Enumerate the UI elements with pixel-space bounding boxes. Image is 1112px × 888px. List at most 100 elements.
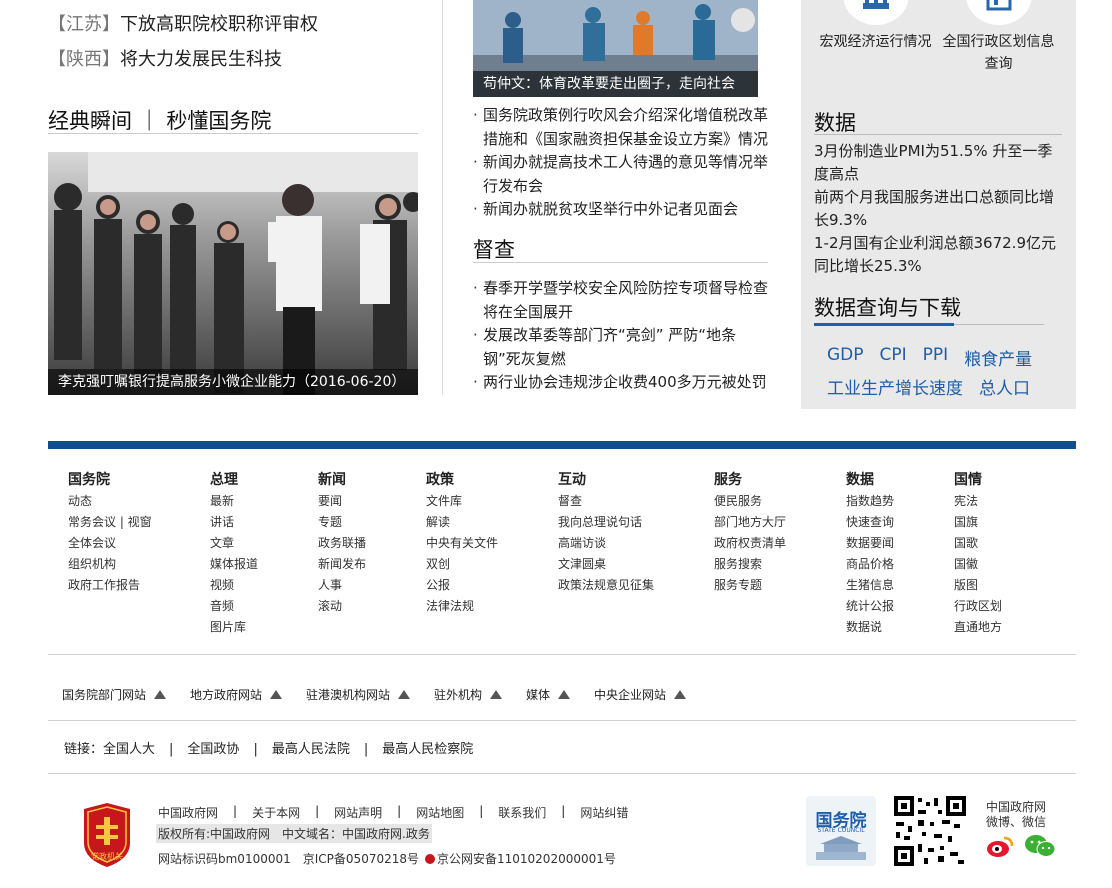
province-headline[interactable]: 下放高职院校职称评审权 <box>120 14 318 35</box>
news-link[interactable]: 发展改革委等部门齐“亮剑” 严防“地条钢”死灰复燃 <box>483 326 736 368</box>
footer-link[interactable]: 政务联播 <box>318 533 366 554</box>
admin-division-link[interactable]: 全国行政区划信息查询 <box>941 31 1056 75</box>
news-link[interactable]: 国务院政策例行吹风会介绍深化增值税改革措施和《国家融资担保基金设立方案》情况 <box>483 106 768 148</box>
footer-link[interactable]: 中央有关文件 <box>426 533 498 554</box>
footer-link[interactable]: 媒体报道 <box>210 554 258 575</box>
footer-link[interactable]: 商品价格 <box>846 554 894 575</box>
dropdown-media-sites[interactable]: 媒体 <box>526 686 571 703</box>
supervision-title[interactable]: 督查 <box>473 234 515 264</box>
footer-link[interactable]: 讲话 <box>210 512 258 533</box>
map-icon[interactable] <box>966 0 1032 25</box>
footer-link[interactable]: 国歌 <box>954 533 1002 554</box>
footer-link[interactable]: 视频 <box>210 575 258 596</box>
bottom-nav-link[interactable]: 网站地图 <box>416 804 464 821</box>
friend-link[interactable]: 最高人民检察院 <box>382 742 473 757</box>
province-news-shaanxi[interactable]: 【陕西】将大力发展民生科技 <box>48 45 282 71</box>
footer-link[interactable]: 行政区划 <box>954 596 1002 617</box>
query-link-industry[interactable]: 工业生产增长速度 <box>827 374 963 399</box>
dropdown-overseas-sites[interactable]: 驻外机构 <box>434 686 503 703</box>
footer-link[interactable]: 全体会议 <box>68 533 152 554</box>
query-link-gdp[interactable]: GDP <box>827 345 864 370</box>
weibo-icon[interactable] <box>986 834 1014 858</box>
footer-link[interactable]: 最新 <box>210 491 258 512</box>
bottom-nav-link[interactable]: 联系我们 <box>498 804 546 821</box>
data-news-item[interactable]: 1-2月国有企业利润总额3672.9亿元同比增长25.3% <box>814 232 1059 278</box>
list-item[interactable]: 发展改革委等部门齐“亮剑” 严防“地条钢”死灰复燃 <box>473 324 773 371</box>
data-query-title[interactable]: 数据查询与下载 <box>814 292 961 322</box>
footer-link[interactable]: 数据要闻 <box>846 533 894 554</box>
footer-link[interactable]: 统计公报 <box>846 596 894 617</box>
query-link-population[interactable]: 总人口 <box>979 374 1030 399</box>
footer-link[interactable]: 滚动 <box>318 596 366 617</box>
footer-link[interactable]: 我向总理说句话 <box>558 512 654 533</box>
dropdown-dept-sites[interactable]: 国务院部门网站 <box>62 686 167 703</box>
footer-link[interactable]: 政府权责清单 <box>714 533 786 554</box>
footer-link[interactable]: 专题 <box>318 512 366 533</box>
footer-link[interactable]: 数据说 <box>846 617 894 638</box>
photo-caption[interactable]: 李克强叮嘱银行提高服务小微企业能力（2016-06-20） <box>48 369 418 395</box>
footer-col-title[interactable]: 总理 <box>210 469 258 489</box>
footer-link[interactable]: 生猪信息 <box>846 575 894 596</box>
icp-link[interactable]: 京ICP备05070218号 <box>303 850 419 867</box>
wechat-icon[interactable] <box>1024 834 1056 858</box>
classic-moments-title[interactable]: 经典瞬间 ｜ 秒懂国务院 <box>48 105 271 135</box>
footer-col-title[interactable]: 国情 <box>954 469 1002 489</box>
bottom-nav-link[interactable]: 网站纠错 <box>580 804 628 821</box>
query-link-grain[interactable]: 粮食产量 <box>964 345 1032 370</box>
list-item[interactable]: 国务院政策例行吹风会介绍深化增值税改革措施和《国家融资担保基金设立方案》情况 <box>473 104 773 151</box>
footer-link[interactable]: 国旗 <box>954 512 1002 533</box>
province-news-jiangsu[interactable]: 【江苏】下放高职院校职称评审权 <box>48 10 318 36</box>
footer-link[interactable]: 解读 <box>426 512 498 533</box>
footer-link[interactable]: 双创 <box>426 554 498 575</box>
footer-col-title[interactable]: 政策 <box>426 469 498 489</box>
state-council-logo[interactable]: 国务院 STATE COUNCIL <box>806 796 876 866</box>
data-news-item[interactable]: 前两个月我国服务进出口总额同比增长9.3% <box>814 186 1059 232</box>
friend-link[interactable]: 最高人民法院 <box>272 742 350 757</box>
footer-link[interactable]: 文件库 <box>426 491 498 512</box>
province-headline[interactable]: 将大力发展民生科技 <box>120 49 282 70</box>
sports-photo[interactable]: 苟仲文：体育改革要走出圈子，走向社会 <box>473 0 758 97</box>
footer-link[interactable]: 服务专题 <box>714 575 786 596</box>
data-title[interactable]: 数据 <box>814 107 856 137</box>
footer-link[interactable]: 便民服务 <box>714 491 786 512</box>
query-link-ppi[interactable]: PPI <box>923 345 949 370</box>
police-record-link[interactable]: 京公网安备11010202000001号 <box>437 850 616 867</box>
photo-caption[interactable]: 苟仲文：体育改革要走出圈子，走向社会 <box>473 71 758 97</box>
friend-link[interactable]: 全国人大 <box>103 742 155 757</box>
bottom-nav-link[interactable]: 中国政府网 <box>158 804 218 821</box>
footer-link[interactable]: 常务会议 | 视窗 <box>68 512 152 533</box>
friend-link[interactable]: 全国政协 <box>187 742 239 757</box>
bottom-nav-link[interactable]: 关于本网 <box>252 804 300 821</box>
data-news-item[interactable]: 3月份制造业PMI为51.5% 升至一季度高点 <box>814 140 1059 186</box>
footer-col-title[interactable]: 新闻 <box>318 469 366 489</box>
list-item[interactable]: 新闻办就提高技术工人待遇的意见等情况举行发布会 <box>473 151 773 198</box>
news-link[interactable]: 新闻办就脱贫攻坚举行中外记者见面会 <box>483 200 738 218</box>
list-item[interactable]: 两行业协会违规涉企收费400多万元被处罚 <box>473 371 773 395</box>
footer-link[interactable]: 新闻发布 <box>318 554 366 575</box>
footer-link[interactable]: 政府工作报告 <box>68 575 152 596</box>
footer-link[interactable]: 督查 <box>558 491 654 512</box>
footer-col-title[interactable]: 服务 <box>714 469 786 489</box>
classic-photo[interactable]: 李克强叮嘱银行提高服务小微企业能力（2016-06-20） <box>48 152 418 395</box>
footer-link[interactable]: 指数趋势 <box>846 491 894 512</box>
footer-link[interactable]: 组织机构 <box>68 554 152 575</box>
footer-col-title[interactable]: 互动 <box>558 469 654 489</box>
bottom-nav-link[interactable]: 网站声明 <box>334 804 382 821</box>
footer-link[interactable]: 公报 <box>426 575 498 596</box>
footer-link[interactable]: 高端访谈 <box>558 533 654 554</box>
chart-icon[interactable] <box>843 0 909 25</box>
footer-col-title[interactable]: 数据 <box>846 469 894 489</box>
footer-link[interactable]: 快速查询 <box>846 512 894 533</box>
party-gov-badge[interactable]: 党政机关 <box>80 803 134 867</box>
footer-link[interactable]: 图片库 <box>210 617 258 638</box>
footer-col-title[interactable]: 国务院 <box>68 469 152 489</box>
footer-link[interactable]: 文津圆桌 <box>558 554 654 575</box>
news-link[interactable]: 新闻办就提高技术工人待遇的意见等情况举行发布会 <box>483 153 768 195</box>
list-item[interactable]: 春季开学暨学校安全风险防控专项督导检查将在全国展开 <box>473 277 773 324</box>
news-link[interactable]: 两行业协会违规涉企收费400多万元被处罚 <box>483 373 767 391</box>
footer-link[interactable]: 文章 <box>210 533 258 554</box>
footer-link[interactable]: 宪法 <box>954 491 1002 512</box>
dropdown-local-gov-sites[interactable]: 地方政府网站 <box>190 686 283 703</box>
query-link-cpi[interactable]: CPI <box>880 345 907 370</box>
footer-link[interactable]: 服务搜索 <box>714 554 786 575</box>
